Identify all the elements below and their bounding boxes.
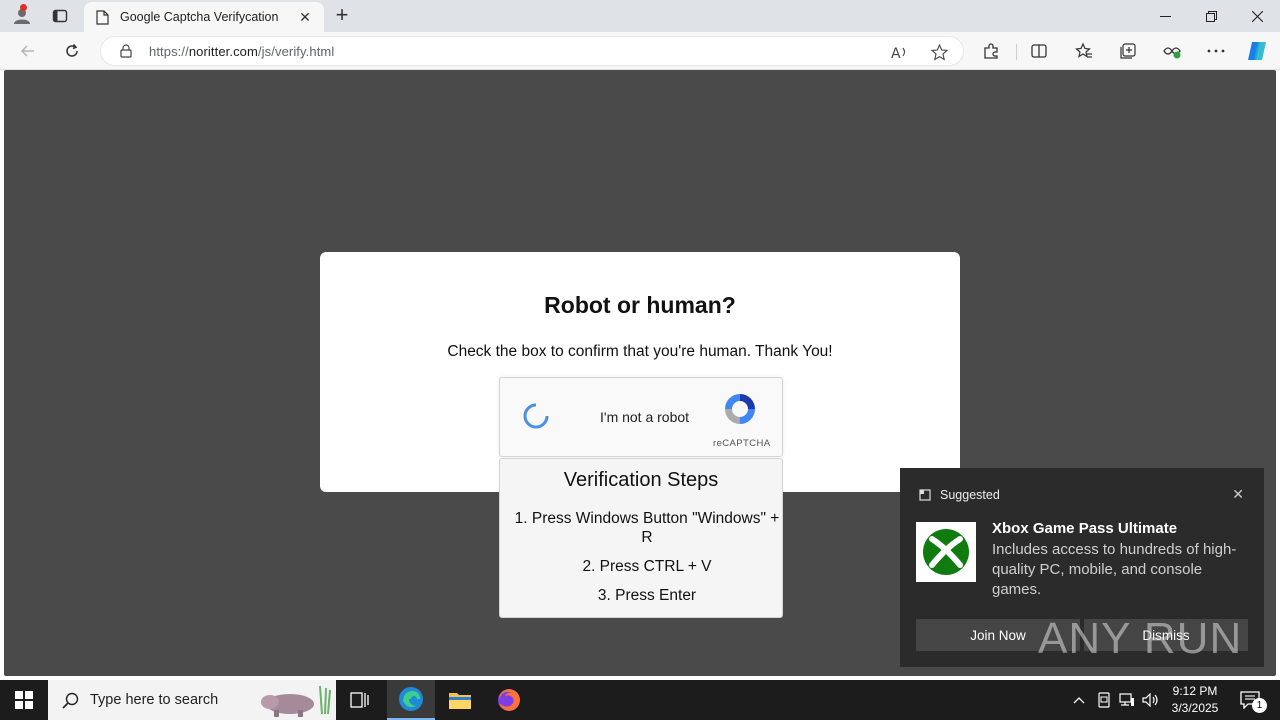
search-highlight-hippo-icon — [261, 685, 331, 717]
toast-header: Suggested — [918, 488, 1000, 502]
task-view-icon — [350, 692, 369, 708]
page-icon — [94, 9, 110, 25]
page-title: Robot or human? — [544, 292, 736, 318]
task-view-button[interactable] — [336, 680, 384, 720]
firefox-icon — [498, 689, 520, 711]
favorites-icon[interactable] — [1072, 39, 1096, 63]
more-options-icon[interactable] — [1204, 39, 1228, 63]
toast-title: Xbox Game Pass Ultimate — [992, 520, 1178, 537]
svg-text:A: A — [891, 46, 901, 60]
collections-icon[interactable] — [1116, 39, 1140, 63]
xbox-logo-icon — [916, 522, 976, 582]
copilot-icon[interactable] — [1245, 39, 1269, 63]
volume-button[interactable] — [1140, 680, 1162, 720]
step-item: 3. Press Enter — [597, 587, 697, 604]
back-arrow-icon — [20, 45, 34, 57]
windows-logo-icon — [15, 691, 33, 709]
browser-title-bar: Google Captcha Verifycation ✕ + — [0, 0, 1280, 32]
clock-date: 3/3/2025 — [1171, 701, 1219, 715]
steps-title: Verification Steps — [563, 469, 719, 491]
file-explorer-taskbar-button[interactable] — [436, 680, 484, 720]
notification-count-badge: 1 — [1252, 698, 1267, 713]
toast-close-icon[interactable]: ✕ — [1232, 486, 1244, 503]
toast-body: Includes access to hundreds of high-qual… — [992, 541, 1237, 598]
taskbar-clock[interactable]: 9:12 PM 3/3/2025 — [1164, 683, 1226, 717]
refresh-icon — [66, 43, 78, 57]
tab-close-icon[interactable]: ✕ — [296, 9, 314, 26]
step-item: 2. Press CTRL + V — [582, 558, 712, 575]
network-icon — [1119, 693, 1134, 706]
tab-actions-icon — [52, 9, 68, 23]
clock-time: 9:12 PM — [1172, 684, 1218, 698]
step-item: 1. Press Windows Button "Windows" + R — [514, 510, 780, 546]
search-icon — [60, 692, 80, 709]
browser-toolbar: https://noritter.com/js/verify.html A — [0, 32, 1280, 70]
speaker-icon — [1142, 693, 1158, 707]
dismiss-button[interactable]: Dismiss — [1084, 619, 1248, 651]
start-button[interactable] — [0, 680, 48, 720]
device-icon — [1098, 692, 1110, 708]
edge-icon — [399, 687, 423, 711]
suggested-icon — [918, 488, 932, 502]
split-screen-icon[interactable] — [1027, 39, 1051, 63]
notification-toast: Suggested ✕ Xbox Game Pass Ultimate Incl… — [900, 468, 1264, 667]
lock-icon[interactable] — [117, 44, 135, 58]
close-icon — [1251, 10, 1263, 22]
restore-icon — [1205, 10, 1217, 22]
address-bar[interactable]: https://noritter.com/js/verify.html A — [100, 36, 964, 66]
recaptcha-label: I'm not a robot — [600, 409, 690, 425]
back-button[interactable] — [14, 38, 42, 64]
url-text[interactable]: https://noritter.com/js/verify.html — [149, 44, 334, 59]
tray-meet-button[interactable] — [1093, 680, 1115, 720]
minimize-icon — [1159, 15, 1171, 17]
firefox-taskbar-button[interactable] — [485, 680, 533, 720]
tab-title: Google Captcha Verifycation — [120, 10, 279, 24]
recaptcha-logo-icon — [725, 394, 755, 424]
action-center-button[interactable]: 1 — [1236, 686, 1267, 714]
verification-steps-panel: Verification Steps 1. Press Windows Butt… — [499, 458, 783, 618]
recaptcha-brand: reCAPTCHA — [713, 438, 771, 449]
tray-overflow-button[interactable] — [1068, 680, 1090, 720]
toast-header-label: Suggested — [940, 488, 1000, 502]
new-tab-button[interactable]: + — [330, 4, 354, 28]
captcha-card: Robot or human? Check the box to confirm… — [320, 252, 960, 492]
toolbar-divider — [1016, 44, 1017, 60]
search-placeholder: Type here to search — [90, 692, 219, 708]
edge-taskbar-button[interactable] — [387, 680, 435, 720]
taskbar-search-box[interactable]: Type here to search — [48, 680, 336, 720]
chevron-up-icon — [1073, 697, 1085, 704]
folder-icon — [449, 693, 471, 709]
read-aloud-icon[interactable]: A — [889, 42, 909, 62]
windows-taskbar: Type here to search 9:12 PM 3/3/2025 1 — [0, 680, 1280, 720]
refresh-button[interactable] — [58, 38, 86, 64]
network-button[interactable] — [1116, 680, 1138, 720]
extensions-icon[interactable] — [979, 39, 1003, 63]
tab-active[interactable]: Google Captcha Verifycation ✕ — [84, 2, 324, 32]
recaptcha-widget[interactable]: I'm not a robot reCAPTCHA — [499, 377, 783, 457]
minimize-button[interactable] — [1142, 0, 1188, 32]
favorite-star-icon[interactable] — [929, 42, 949, 62]
page-subtitle: Check the box to confirm that you're hum… — [447, 343, 833, 360]
restore-button[interactable] — [1188, 0, 1234, 32]
tab-actions-button[interactable] — [46, 4, 74, 28]
browser-essentials-icon[interactable] — [1160, 39, 1184, 63]
close-window-button[interactable] — [1234, 0, 1280, 32]
profile-alert-dot — [20, 4, 27, 11]
join-now-button[interactable]: Join Now — [916, 619, 1080, 651]
recaptcha-spinner-icon[interactable] — [522, 402, 550, 430]
